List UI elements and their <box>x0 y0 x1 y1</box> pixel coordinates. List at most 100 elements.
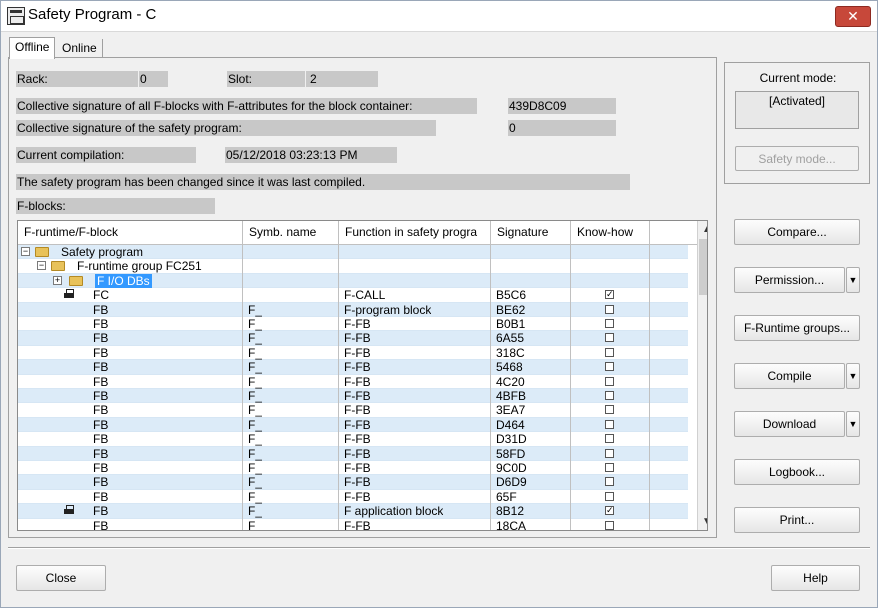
signature-cell: 5468 <box>496 360 523 375</box>
tree-node-label[interactable]: F I/O DBs <box>95 273 152 288</box>
f-blocks-table[interactable]: F-runtime/F-block Symb. name Function in… <box>17 220 708 531</box>
table-row[interactable]: FB F_ F-FB 4C20 <box>18 375 688 389</box>
table-row[interactable]: FC F-CALL B5C6 ✓ <box>18 288 688 303</box>
block-name-cell: FB <box>93 461 109 475</box>
know-how-checkbox[interactable]: ✓ <box>605 506 614 516</box>
know-how-checkbox[interactable] <box>605 376 614 386</box>
signature-cell: B0B1 <box>496 317 526 331</box>
scroll-up-arrow-icon[interactable]: ▲ <box>698 221 707 238</box>
table-row[interactable]: FB F_ F-FB 318C <box>18 345 688 361</box>
table-vertical-scrollbar[interactable]: ▲ ▼ <box>697 221 707 530</box>
table-row[interactable]: FB F_ F-FB 18CA <box>18 519 688 530</box>
know-how-checkbox[interactable]: ✓ <box>605 290 614 300</box>
permission-button[interactable]: Permission... <box>734 267 845 293</box>
window-close-button[interactable]: ✕ <box>835 6 871 27</box>
permission-dropdown-arrow-icon[interactable]: ▼ <box>846 267 860 293</box>
tree-collapse-icon[interactable]: − <box>21 247 30 256</box>
know-how-checkbox[interactable] <box>605 405 614 415</box>
column-divider <box>570 245 571 530</box>
f-runtime-groups-button[interactable]: F-Runtime groups... <box>734 315 860 341</box>
close-button[interactable]: Close <box>16 565 106 591</box>
signature-cell: 4BFB <box>496 389 527 403</box>
tree-row[interactable]: − F-runtime group FC251 <box>18 259 688 274</box>
block-name-cell: FB <box>93 374 109 389</box>
symbolic-name-cell: F_ <box>248 331 263 346</box>
know-how-checkbox[interactable] <box>605 520 614 530</box>
download-button[interactable]: Download <box>734 411 845 437</box>
compile-dropdown-arrow-icon[interactable]: ▼ <box>846 363 860 389</box>
know-how-checkbox[interactable] <box>605 463 614 472</box>
know-how-checkbox[interactable] <box>605 347 614 357</box>
slot-value: 2 <box>306 71 378 87</box>
know-how-checkbox[interactable] <box>605 362 614 372</box>
table-row[interactable]: FB F_ F-FB 9C0D <box>18 461 688 476</box>
tree-node-label[interactable]: F-runtime group FC251 <box>77 259 202 273</box>
symbolic-name-cell: F_ <box>248 489 263 504</box>
know-how-checkbox[interactable] <box>605 434 614 444</box>
signature-cell: 3EA7 <box>496 403 526 418</box>
table-row[interactable]: FB F_ F-FB 58FD <box>18 446 688 461</box>
table-row[interactable]: FB F_ F-FB B0B1 <box>18 317 688 332</box>
scroll-thumb[interactable] <box>699 239 707 295</box>
function-cell: F-FB <box>344 389 371 403</box>
know-how-checkbox[interactable] <box>605 319 614 328</box>
table-row[interactable]: FB F_ F-program block BE62 <box>18 302 688 317</box>
title-bar[interactable]: Safety Program - C ✕ <box>1 1 877 32</box>
rack-label: Rack: <box>16 71 138 87</box>
function-cell: F-FB <box>344 374 371 389</box>
know-how-checkbox[interactable] <box>605 391 614 400</box>
folder-icon <box>51 261 65 272</box>
download-dropdown-arrow-icon[interactable]: ▼ <box>846 411 860 437</box>
symbolic-name-cell: F_ <box>248 389 263 403</box>
table-row[interactable]: FB F_ F-FB 3EA7 <box>18 403 688 418</box>
column-header-function[interactable]: Function in safety progra <box>339 221 491 244</box>
folder-icon <box>69 275 83 286</box>
table-row[interactable]: FB F_ F-FB D6D9 <box>18 475 688 490</box>
table-row[interactable]: FB F_ F-FB 4BFB <box>18 389 688 404</box>
table-row[interactable]: FB F_ F-FB 6A55 <box>18 331 688 346</box>
signature-cell: BE62 <box>496 302 526 317</box>
compile-button[interactable]: Compile <box>734 363 845 389</box>
table-header: F-runtime/F-block Symb. name Function in… <box>18 221 698 245</box>
column-header-symb-name[interactable]: Symb. name <box>243 221 339 244</box>
know-how-checkbox[interactable] <box>605 304 614 314</box>
function-cell: F-FB <box>344 331 371 346</box>
table-row[interactable]: FB F_ F-FB 5468 <box>18 360 688 375</box>
tree-collapse-icon[interactable]: − <box>37 261 46 271</box>
know-how-checkbox[interactable] <box>605 333 614 343</box>
table-row[interactable]: FB F_ F-FB D31D <box>18 432 688 447</box>
know-how-checkbox[interactable] <box>605 477 614 487</box>
tree-node-label[interactable]: Safety program <box>61 245 143 259</box>
block-name-cell: FB <box>93 345 109 360</box>
compare-button[interactable]: Compare... <box>734 219 860 245</box>
current-mode-group: Current mode: [Activated] Safety mode... <box>724 62 870 184</box>
print-button[interactable]: Print... <box>734 507 860 533</box>
know-how-checkbox[interactable] <box>605 491 614 501</box>
scroll-down-arrow-icon[interactable]: ▼ <box>698 513 707 530</box>
tree-row[interactable]: − Safety program <box>18 245 688 260</box>
signature-cell: 65F <box>496 489 517 504</box>
logbook-button[interactable]: Logbook... <box>734 459 860 485</box>
table-row[interactable]: FB F_ F-FB D464 <box>18 417 688 433</box>
column-header-signature[interactable]: Signature <box>491 221 571 244</box>
know-how-checkbox[interactable] <box>605 448 614 458</box>
function-cell: F-FB <box>344 446 371 461</box>
tree-row[interactable]: + F I/O DBs <box>18 273 688 289</box>
help-button[interactable]: Help <box>771 565 860 591</box>
current-mode-value: [Activated] <box>735 91 859 129</box>
column-header-f-runtime[interactable]: F-runtime/F-block <box>18 221 243 244</box>
current-compilation-label: Current compilation: <box>16 147 196 163</box>
table-row[interactable]: FB F_ F application block 8B12 ✓ <box>18 504 688 519</box>
symbolic-name-cell: F_ <box>248 432 263 447</box>
symbolic-name-cell: F_ <box>248 504 263 519</box>
table-row[interactable]: FB F_ F-FB 65F <box>18 489 688 505</box>
symbolic-name-cell: F_ <box>248 360 263 375</box>
symbolic-name-cell: F_ <box>248 403 263 418</box>
collective-signature-program-value: 0 <box>508 120 616 136</box>
safety-mode-button[interactable]: Safety mode... <box>735 146 859 171</box>
app-icon <box>7 7 25 25</box>
tree-expand-icon[interactable]: + <box>53 275 62 285</box>
column-header-know-how[interactable]: Know-how <box>571 221 650 244</box>
tab-offline[interactable]: Offline <box>9 37 56 59</box>
know-how-checkbox[interactable] <box>605 419 614 429</box>
